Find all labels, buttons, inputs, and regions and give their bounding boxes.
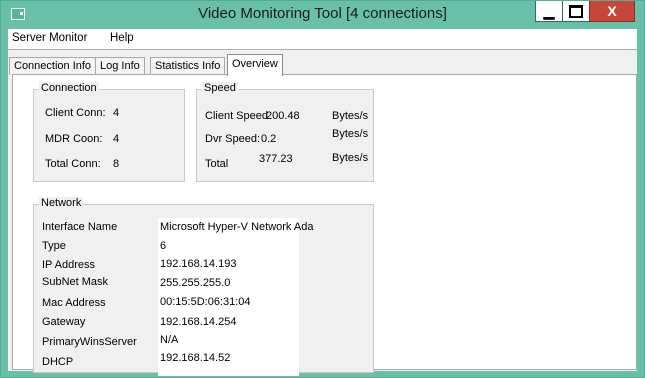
client-speed-value: 200.48 — [266, 110, 300, 122]
dvr-speed-label: Dvr Speed: — [205, 133, 261, 145]
client-speed-unit: Bytes/s — [332, 110, 369, 122]
interface-name-label: Interface Name — [42, 221, 118, 233]
menu-bar: Server Monitor Help — [8, 29, 637, 49]
connection-group-title: Connection — [39, 82, 99, 94]
subnet-mask-value: 255.255.255.0 — [160, 277, 231, 289]
client-conn-label: Client Conn: — [45, 107, 106, 119]
minimize-button[interactable]: ▁ — [535, 1, 563, 22]
tab-log-info[interactable]: Log Info — [95, 57, 145, 75]
dvr-speed-value: 0.2 — [261, 133, 277, 145]
mdr-coon-value: 4 — [113, 133, 120, 145]
title-bar[interactable]: Video Monitoring Tool [4 connections] ▁ … — [1, 1, 644, 29]
tab-statistics-info[interactable]: Statistics Info — [150, 57, 226, 75]
gateway-label: Gateway — [42, 316, 86, 328]
type-value: 6 — [160, 240, 167, 252]
ip-address-value: 192.168.14.193 — [160, 258, 237, 270]
speed-group-title: Speed — [202, 82, 238, 94]
maximize-icon — [569, 5, 583, 18]
type-label: Type — [42, 240, 66, 252]
close-icon: X — [607, 3, 617, 19]
network-group: Network Interface Name Type IP Address S… — [33, 197, 374, 376]
mac-address-label: Mac Address — [42, 297, 106, 309]
minimize-icon: ▁ — [543, 3, 555, 19]
client-speed-label: Client Speed — [205, 110, 268, 122]
total-speed-value: 377.23 — [259, 153, 293, 165]
primary-wins-server-value: N/A — [160, 334, 179, 346]
mdr-coon-label: MDR Coon: — [45, 133, 103, 145]
gateway-value: 192.168.14.254 — [160, 316, 237, 328]
menu-server-monitor[interactable]: Server Monitor — [12, 32, 87, 44]
maximize-button[interactable] — [562, 1, 590, 22]
dvr-speed-unit: Bytes/s — [332, 128, 369, 140]
total-speed-unit: Bytes/s — [332, 152, 369, 164]
interface-name-value: Microsoft Hyper-V Network Ada — [160, 221, 314, 233]
client-conn-value: 4 — [113, 107, 120, 119]
dhcp-value: 192.168.14.52 — [160, 352, 231, 364]
client-area: Server Monitor Help Connection Info Log … — [8, 29, 637, 376]
tab-connection-info[interactable]: Connection Info — [9, 57, 97, 75]
total-conn-label: Total Conn: — [45, 158, 101, 170]
total-conn-value: 8 — [113, 158, 120, 170]
mac-address-value: 00:15:5D:06:31:04 — [160, 296, 251, 308]
tab-strip: Connection Info Log Info Statistics Info… — [8, 53, 637, 76]
close-button[interactable]: X — [589, 1, 635, 22]
dhcp-label: DHCP — [42, 356, 74, 368]
menu-help[interactable]: Help — [110, 32, 134, 44]
app-window: Video Monitoring Tool [4 connections] ▁ … — [0, 0, 645, 378]
menu-separator — [8, 49, 637, 50]
primary-wins-server-label: PrimaryWinsServer — [42, 336, 137, 348]
subnet-mask-label: SubNet Mask — [42, 276, 109, 288]
connection-group: Connection Client Conn: 4 MDR Coon: 4 To… — [33, 82, 185, 182]
tab-overview[interactable]: Overview — [227, 54, 283, 76]
total-speed-label: Total — [205, 158, 229, 170]
overview-tab-page: Connection Client Conn: 4 MDR Coon: 4 To… — [12, 74, 637, 376]
network-group-title: Network — [39, 197, 84, 209]
network-values-panel: Microsoft Hyper-V Network Ada 6 192.168.… — [158, 218, 313, 376]
ip-address-label: IP Address — [42, 259, 95, 271]
speed-group: Speed Client Speed 200.48 Bytes/s Dvr Sp… — [196, 82, 374, 182]
